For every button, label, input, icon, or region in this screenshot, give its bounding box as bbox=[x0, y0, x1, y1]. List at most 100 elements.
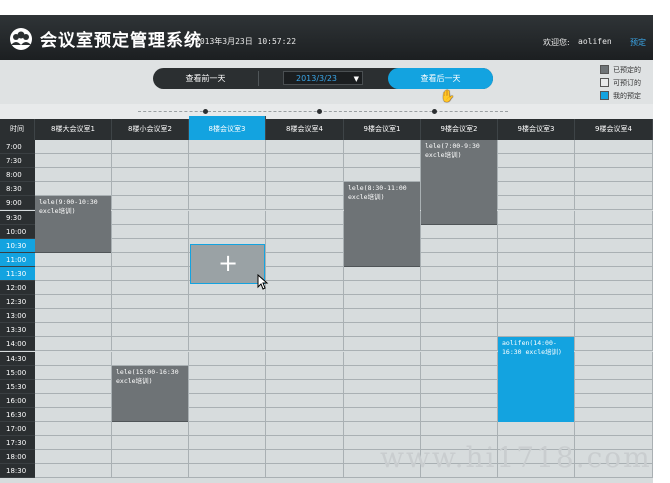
schedule-cell[interactable] bbox=[421, 393, 498, 408]
schedule-cell[interactable] bbox=[189, 295, 266, 310]
schedule-cell[interactable] bbox=[421, 224, 498, 239]
schedule-cell[interactable] bbox=[498, 252, 575, 267]
schedule-cell[interactable] bbox=[498, 281, 575, 295]
schedule-cell[interactable] bbox=[344, 323, 421, 338]
schedule-cell[interactable] bbox=[266, 140, 344, 154]
schedule-cell[interactable] bbox=[266, 337, 344, 352]
schedule-cell[interactable] bbox=[421, 295, 498, 310]
schedule-cell[interactable] bbox=[575, 379, 653, 394]
schedule-cell[interactable] bbox=[35, 281, 112, 295]
schedule-cell[interactable] bbox=[112, 224, 189, 239]
room-column-header[interactable]: 8楼会议室4 bbox=[266, 119, 344, 140]
schedule-cell[interactable] bbox=[35, 379, 112, 394]
schedule-cell[interactable] bbox=[189, 309, 266, 324]
schedule-cell[interactable] bbox=[266, 393, 344, 408]
schedule-cell[interactable] bbox=[189, 337, 266, 352]
schedule-cell[interactable] bbox=[189, 351, 266, 366]
schedule-cell[interactable] bbox=[35, 450, 112, 465]
schedule-cell[interactable] bbox=[266, 224, 344, 239]
schedule-cell[interactable] bbox=[112, 436, 189, 451]
schedule-cell[interactable] bbox=[498, 224, 575, 239]
schedule-cell[interactable] bbox=[421, 252, 498, 267]
prev-day-button[interactable]: 查看前一天 bbox=[153, 68, 258, 89]
schedule-cell[interactable] bbox=[498, 309, 575, 324]
schedule-cell[interactable] bbox=[266, 422, 344, 436]
schedule-cell[interactable] bbox=[189, 422, 266, 436]
schedule-cell[interactable] bbox=[575, 168, 653, 183]
schedule-cell[interactable] bbox=[112, 266, 189, 281]
schedule-cell[interactable] bbox=[112, 168, 189, 183]
schedule-cell[interactable] bbox=[35, 295, 112, 310]
schedule-cell[interactable] bbox=[344, 309, 421, 324]
schedule-cell[interactable] bbox=[266, 196, 344, 211]
schedule-cell[interactable] bbox=[35, 140, 112, 154]
schedule-cell[interactable] bbox=[421, 238, 498, 253]
schedule-cell[interactable] bbox=[344, 407, 421, 422]
schedule-cell[interactable] bbox=[266, 182, 344, 197]
schedule-cell[interactable] bbox=[266, 379, 344, 394]
schedule-cell[interactable] bbox=[266, 464, 344, 479]
schedule-cell[interactable] bbox=[421, 422, 498, 436]
room-column-header[interactable]: 9楼会议室4 bbox=[575, 119, 653, 140]
schedule-cell[interactable] bbox=[498, 168, 575, 183]
schedule-cell[interactable] bbox=[266, 281, 344, 295]
schedule-cell[interactable] bbox=[498, 210, 575, 225]
schedule-cell[interactable] bbox=[575, 281, 653, 295]
room-column-header[interactable]: 8楼会议室3 bbox=[189, 116, 266, 140]
schedule-cell[interactable] bbox=[575, 140, 653, 154]
schedule-cell[interactable] bbox=[112, 210, 189, 225]
booked-block[interactable]: lele(9:00-10:30 excle培训) bbox=[35, 196, 111, 253]
schedule-cell[interactable] bbox=[112, 196, 189, 211]
schedule-cell[interactable] bbox=[498, 140, 575, 154]
schedule-cell[interactable] bbox=[498, 238, 575, 253]
room-column-header[interactable]: 8楼小会议室2 bbox=[112, 119, 189, 140]
schedule-cell[interactable] bbox=[344, 393, 421, 408]
schedule-cell[interactable] bbox=[575, 196, 653, 211]
room-column-header[interactable]: 9楼会议室2 bbox=[421, 119, 498, 140]
schedule-cell[interactable] bbox=[421, 379, 498, 394]
schedule-cell[interactable] bbox=[189, 168, 266, 183]
schedule-cell[interactable] bbox=[189, 210, 266, 225]
schedule-cell[interactable] bbox=[421, 351, 498, 366]
schedule-cell[interactable] bbox=[575, 337, 653, 352]
schedule-cell[interactable] bbox=[421, 309, 498, 324]
schedule-cell[interactable] bbox=[35, 168, 112, 183]
schedule-cell[interactable] bbox=[35, 252, 112, 267]
schedule-cell[interactable] bbox=[112, 154, 189, 169]
schedule-cell[interactable] bbox=[35, 436, 112, 451]
schedule-cell[interactable] bbox=[498, 323, 575, 338]
schedule-cell[interactable] bbox=[35, 337, 112, 352]
schedule-cell[interactable] bbox=[498, 182, 575, 197]
schedule-cell[interactable] bbox=[189, 154, 266, 169]
schedule-cell[interactable] bbox=[344, 295, 421, 310]
schedule-cell[interactable] bbox=[575, 393, 653, 408]
schedule-cell[interactable] bbox=[189, 450, 266, 465]
schedule-cell[interactable] bbox=[575, 295, 653, 310]
schedule-cell[interactable] bbox=[189, 140, 266, 154]
booked-block[interactable]: lele(8:30-11:00 excle培训) bbox=[344, 182, 420, 267]
schedule-cell[interactable] bbox=[35, 464, 112, 479]
schedule-cell[interactable] bbox=[575, 365, 653, 380]
schedule-cell[interactable] bbox=[421, 266, 498, 281]
schedule-cell[interactable] bbox=[421, 337, 498, 352]
schedule-cell[interactable] bbox=[112, 281, 189, 295]
schedule-cell[interactable] bbox=[35, 182, 112, 197]
schedule-cell[interactable] bbox=[344, 168, 421, 183]
schedule-cell[interactable] bbox=[112, 351, 189, 366]
schedule-cell[interactable] bbox=[575, 351, 653, 366]
schedule-cell[interactable] bbox=[266, 252, 344, 267]
schedule-cell[interactable] bbox=[112, 252, 189, 267]
schedule-cell[interactable] bbox=[112, 450, 189, 465]
schedule-cell[interactable] bbox=[112, 182, 189, 197]
schedule-cell[interactable] bbox=[498, 295, 575, 310]
schedule-cell[interactable] bbox=[112, 238, 189, 253]
schedule-cell[interactable] bbox=[35, 422, 112, 436]
schedule-cell[interactable] bbox=[344, 365, 421, 380]
schedule-cell[interactable] bbox=[575, 238, 653, 253]
schedule-cell[interactable] bbox=[575, 182, 653, 197]
schedule-cell[interactable] bbox=[112, 464, 189, 479]
schedule-cell[interactable] bbox=[112, 295, 189, 310]
schedule-cell[interactable] bbox=[498, 154, 575, 169]
room-column-header[interactable]: 9楼会议室1 bbox=[344, 119, 421, 140]
schedule-cell[interactable] bbox=[189, 365, 266, 380]
